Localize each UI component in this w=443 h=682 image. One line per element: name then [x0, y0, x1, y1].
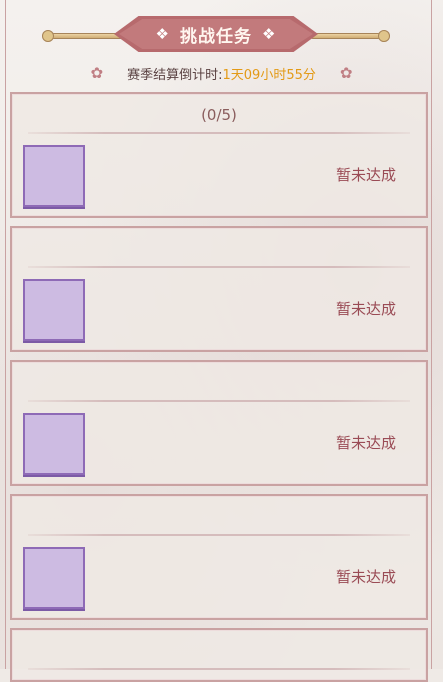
title-rod-right [310, 33, 388, 39]
flower-right-icon: ✿ [339, 64, 353, 82]
card-divider [28, 534, 410, 536]
card-divider [28, 400, 410, 402]
flower-left-icon: ✿ [90, 64, 104, 82]
season-countdown: ✿ 赛季结算倒计时: 1天09小时55分 ✿ [0, 63, 443, 83]
task-card: (0/5) 暂未达成 [10, 92, 428, 218]
card-divider [28, 668, 410, 670]
card-divider [28, 266, 410, 268]
task-reward-icon[interactable] [23, 279, 85, 341]
frame-left-border [5, 0, 6, 669]
title-text-wrap: ❖ 挑战任务 ❖ [114, 16, 318, 52]
countdown-value: 1天09小时55分 [222, 67, 316, 83]
rod-end-left [42, 30, 54, 42]
task-card [10, 628, 428, 682]
rod-end-right [378, 30, 390, 42]
task-reward-icon[interactable] [23, 547, 85, 609]
countdown-label: 赛季结算倒计时: [127, 67, 223, 83]
task-reward-icon[interactable] [23, 413, 85, 475]
task-reward-icon[interactable] [23, 145, 85, 207]
task-progress: (0/5) [201, 106, 237, 124]
ornament-left-icon: ❖ [155, 25, 170, 43]
card-divider [28, 132, 410, 134]
task-status: 暂未达成 [335, 434, 396, 452]
task-card: 暂未达成 [10, 360, 428, 486]
task-status: 暂未达成 [335, 166, 396, 184]
task-status: 暂未达成 [335, 300, 396, 318]
page-title: 挑战任务 [180, 26, 252, 47]
task-card: 暂未达成 [10, 226, 428, 352]
task-card: 暂未达成 [10, 494, 428, 620]
frame-right-border [431, 0, 432, 669]
title-bar: ❖ 挑战任务 ❖ [0, 14, 443, 54]
ornament-right-icon: ❖ [262, 25, 277, 43]
task-status: 暂未达成 [335, 568, 396, 586]
